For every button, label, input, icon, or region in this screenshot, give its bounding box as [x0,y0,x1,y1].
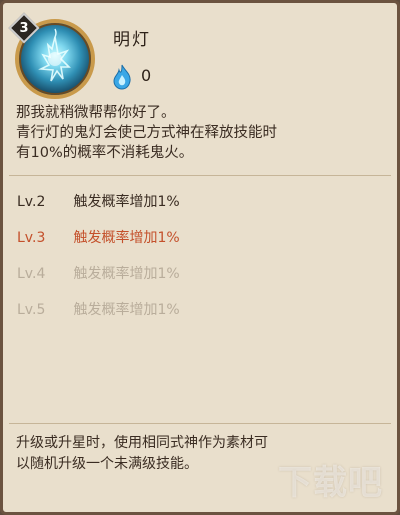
description-line: 有10%的概率不消耗鬼火。 [16,145,194,161]
watermark-logo: 下载吧 [278,463,383,503]
level-row-lv2: Lv.2 触发概率增加1% [17,188,377,224]
skill-icon-container: 3 [8,12,97,101]
skill-level-badge-text: 3 [19,21,29,36]
level-effect: 触发概率增加1% [73,266,180,282]
divider [9,423,391,424]
level-label: Lv.2 [17,194,46,210]
level-upgrade-list: Lv.2 触发概率增加1% Lv.3 触发概率增加1% Lv.4 触发概率增加1… [17,188,377,332]
level-effect: 触发概率增加1% [73,194,180,210]
ghost-flame-cost: 0 [141,66,152,85]
skill-name: 明灯 [113,30,151,50]
level-label: Lv.3 [17,230,46,246]
ghost-flame-icon [109,63,135,91]
description-line: 那我就稍微帮帮你好了。 [16,105,176,121]
divider [9,175,391,176]
level-effect: 触发概率增加1% [73,302,180,318]
tip-line: 升级或升星时，使用相同式神作为素材可 [16,435,268,451]
level-row-lv3: Lv.3 触发概率增加1% [17,224,377,260]
level-effect: 触发概率增加1% [73,230,180,246]
skill-info-panel: 3 明灯 0 那我就稍微帮帮你好了。 青行灯的鬼灯会使己方式神在释放技能时 有1… [0,0,400,515]
skill-description: 那我就稍微帮帮你好了。 青行灯的鬼灯会使己方式神在释放技能时 有10%的概率不消… [16,103,386,163]
level-label: Lv.5 [17,302,46,318]
level-label: Lv.4 [17,266,46,282]
level-row-lv5: Lv.5 触发概率增加1% [17,296,377,332]
level-row-lv4: Lv.4 触发概率增加1% [17,260,377,296]
description-line: 青行灯的鬼灯会使己方式神在释放技能时 [16,125,277,141]
